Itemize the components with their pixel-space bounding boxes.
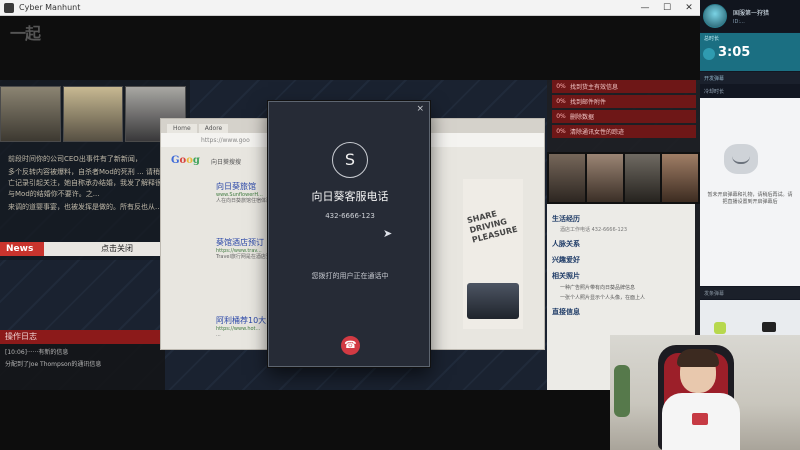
character-portrait[interactable]	[624, 154, 661, 202]
timer-head: 总时长	[704, 36, 720, 42]
person-hair	[677, 349, 719, 367]
window-title: Cyber Manhunt	[19, 3, 81, 12]
task-progress: 0%	[556, 83, 566, 90]
caller-name: 向日葵客服电话	[311, 190, 389, 203]
hangup-button[interactable]: ☎	[341, 336, 360, 355]
car-image	[467, 283, 519, 319]
caller-avatar: S	[332, 142, 368, 178]
task-item[interactable]: 0% 找到邮件附件	[552, 95, 696, 108]
ad-text: SHARE DRIVING PLEASURE	[466, 209, 519, 245]
task-label: 找到邮件附件	[570, 99, 607, 106]
task-label: 删除数据	[570, 114, 595, 121]
camera-icon[interactable]	[762, 322, 776, 332]
call-dialog: × S 向日葵客服电话 432-6666-123 您拨打的用户正在通话中 ☎	[268, 101, 430, 367]
task-progress: 0%	[556, 98, 566, 105]
search-query[interactable]: 向日葵搜搜	[211, 157, 241, 166]
task-label: 找到货主有效信息	[570, 84, 619, 91]
dialog-close-button[interactable]: ×	[416, 104, 424, 114]
operation-log-panel: 操作日志 [10:06]······有新的信息 分配到了Joe Thompson…	[0, 330, 165, 390]
profile-section-head: 生活经历	[552, 215, 580, 223]
chat-empty-text: 暂未开启弹幕和礼物，请稍后再试。请把直播设置到开启弹幕后	[707, 192, 793, 205]
phone-icon: ☎	[344, 340, 357, 351]
minimize-button[interactable]: —	[634, 0, 656, 16]
profile-item[interactable]: 一张个人照片显示个人头像，在面上人	[552, 294, 690, 301]
character-strip	[547, 152, 700, 204]
chat-input[interactable]: 发条弹幕	[700, 287, 800, 299]
watermark-logo: 一起	[10, 24, 41, 43]
news-paragraph: 多个反转内容被爆料，自杀者Mod的死刑 ... 请稍的死亡记录引起关注，她自称承…	[8, 168, 176, 198]
character-portrait[interactable]	[549, 154, 585, 202]
character-portrait[interactable]	[662, 154, 698, 202]
streamer-card: 国服第一狩猎 ID:...	[700, 0, 800, 32]
bottom-area	[0, 390, 610, 450]
app-icon	[4, 2, 14, 13]
browser-tab[interactable]: Home	[167, 124, 197, 133]
character-portrait[interactable]	[586, 154, 623, 202]
caller-number: 432-6666-123	[325, 212, 375, 220]
profile-section-head: 直接信息	[552, 308, 580, 316]
top-area: 一起	[0, 16, 700, 80]
plant-image	[614, 365, 630, 417]
task-item[interactable]: 0% 找到货主有效信息	[552, 80, 696, 93]
news-portraits	[0, 86, 187, 142]
call-status: 您拨打的用户正在通话中	[311, 272, 389, 280]
window-controls: — ☐ ✕	[634, 0, 700, 16]
task-progress: 0%	[556, 128, 566, 135]
close-window-button[interactable]: ✕	[678, 0, 700, 16]
search-logo: Goog	[171, 155, 200, 166]
task-item[interactable]: 0% 删除数据	[552, 110, 696, 123]
task-progress: 0%	[556, 113, 566, 120]
news-body: 前段时间你的公司CEO出事件有了新新闻， 多个反转内容被爆料，自杀者Mod的死刑…	[8, 154, 178, 215]
browser-tab[interactable]: Adore	[198, 124, 229, 133]
chat-tab[interactable]: 开发弹幕	[700, 72, 800, 84]
streamer-avatar	[703, 4, 727, 28]
task-label: 清除通讯女性的踪迹	[570, 129, 625, 136]
timer-card: 总时长 3:05	[700, 33, 800, 71]
ad-banner[interactable]: SHARE DRIVING PLEASURE	[463, 179, 523, 329]
shirt-logo	[692, 413, 708, 425]
portrait-image	[0, 86, 61, 142]
screen: Cyber Manhunt — ☐ ✕ 一起 前段时间你的公司CEO出事件有了新…	[0, 0, 800, 450]
badge-icon	[714, 322, 726, 334]
profile-section-head: 人脉关系	[552, 240, 580, 248]
log-line: 分配到了Joe Thompson的通讯信息	[5, 361, 102, 368]
chat-subheader: 冷却时长	[704, 89, 725, 95]
profile-section-head: 相关照片	[552, 272, 580, 280]
log-line: [10:06]······有新的信息	[5, 349, 69, 356]
streamer-id: ID:...	[733, 19, 745, 25]
profile-section-head: 兴趣爱好	[552, 256, 580, 264]
profile-item[interactable]: 一种广告照片带有向日葵品牌信息	[552, 284, 690, 291]
maximize-button[interactable]: ☐	[656, 0, 678, 16]
webcam-feed	[610, 335, 800, 450]
task-list: 0% 找到货主有效信息 0% 找到邮件附件 0% 删除数据 0% 清除通讯女性的踪迹	[552, 80, 696, 140]
portrait-image	[62, 86, 124, 142]
mouse-cursor-icon: ➤	[383, 227, 393, 240]
news-paragraph: 来调的道婴事宴，也被发挥是做的。所有反也从...	[8, 203, 162, 211]
news-paragraph: 前段时间你的公司CEO出事件有了新新闻，	[8, 155, 142, 163]
news-tag: News	[0, 242, 44, 256]
log-header: 操作日志	[0, 330, 165, 344]
clock-icon	[703, 48, 715, 60]
chat-body: 暂未开启弹幕和礼物，请稍后再试。请把直播设置到开启弹幕后	[700, 98, 800, 286]
profile-item[interactable]: 酒店工作电话 432-6666-123	[552, 226, 690, 233]
mascot-icon	[724, 144, 758, 174]
timer-value: 3:05	[718, 45, 751, 60]
window-titlebar: Cyber Manhunt — ☐ ✕	[0, 0, 700, 16]
streamer-name: 国服第一狩猎	[733, 10, 770, 17]
task-item[interactable]: 0% 清除通讯女性的踪迹	[552, 125, 696, 138]
